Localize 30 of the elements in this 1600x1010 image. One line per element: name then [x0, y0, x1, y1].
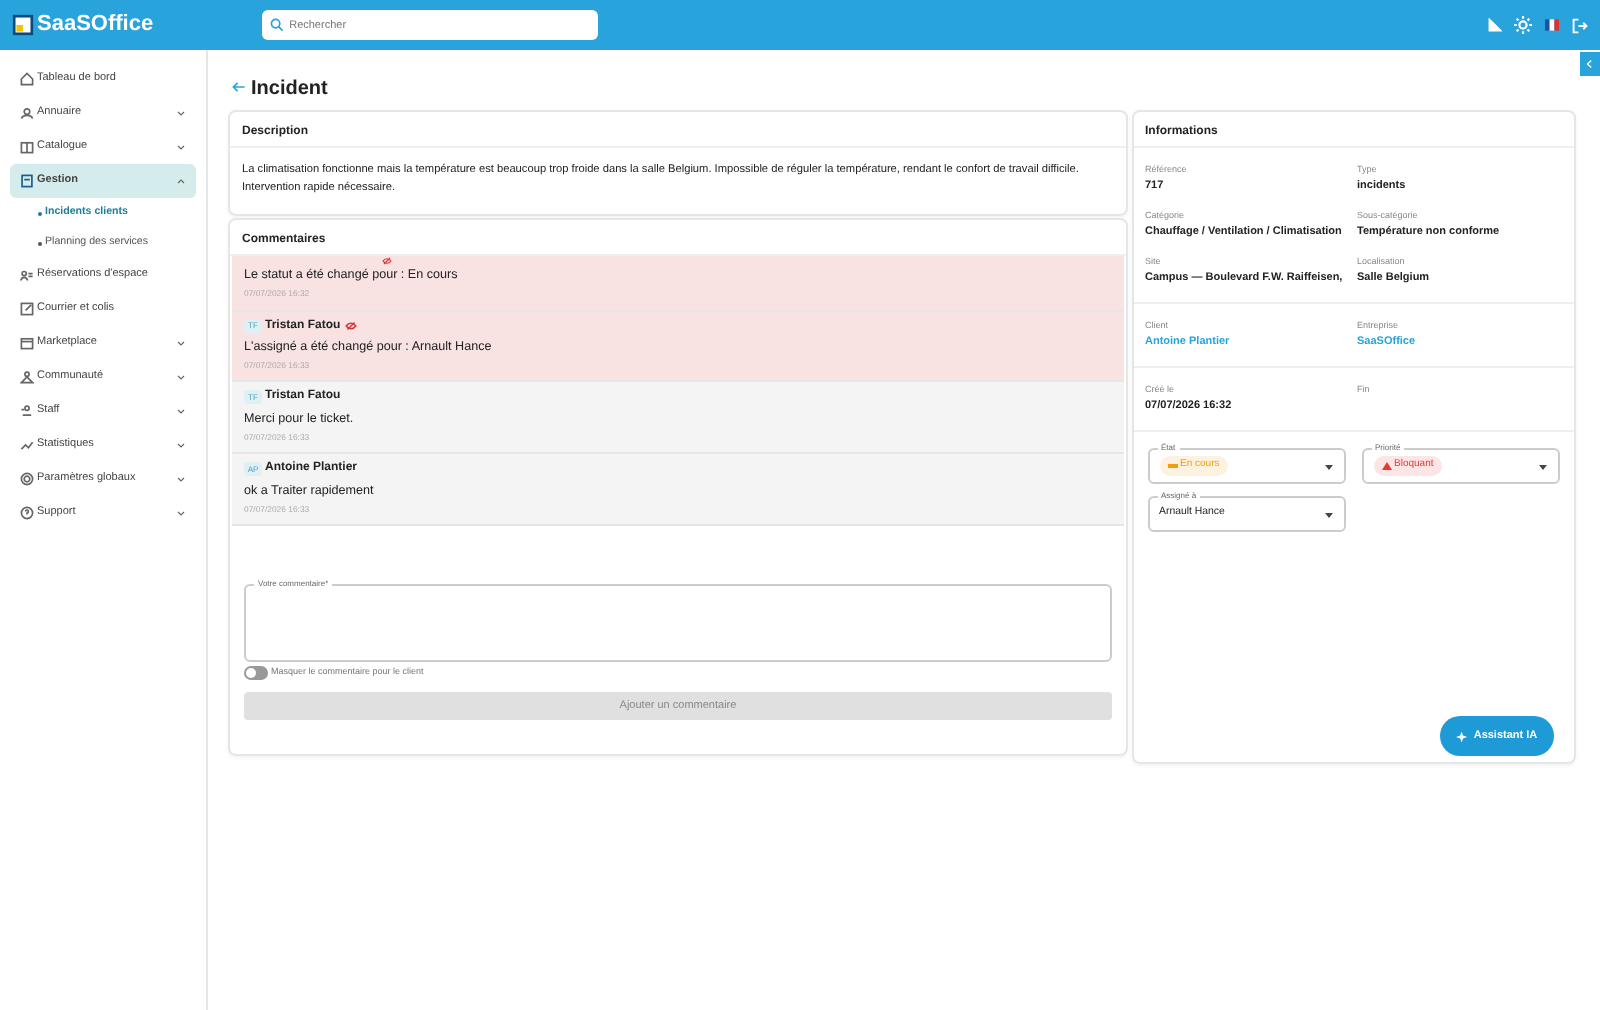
- logo-text: SaaSOffice: [37, 10, 154, 41]
- sun-icon: [1514, 16, 1532, 34]
- menu-item-icon: [20, 472, 34, 486]
- menu-item-icon: [20, 302, 34, 316]
- sparkle-icon: [1456, 729, 1471, 743]
- menu-item-icon: [20, 140, 34, 154]
- menu-item-icon: [20, 370, 34, 384]
- ruler-icon: [1488, 18, 1502, 32]
- menu-item-icon: [20, 438, 34, 452]
- flag-icon: [1544, 18, 1560, 32]
- search-icon: [269, 18, 284, 32]
- menu-item-icon: [20, 336, 34, 350]
- menu-item-icon: [20, 268, 34, 282]
- menu-item-icon: [20, 106, 34, 120]
- dropdown-caret-icon: [1323, 461, 1333, 471]
- menu-item-icon: [20, 174, 34, 188]
- menu-item-icon: [20, 404, 34, 418]
- collapse-tab[interactable]: [1580, 52, 1600, 76]
- eye-slash-icon: [380, 256, 394, 267]
- dropdown-caret-icon: [1537, 461, 1547, 471]
- page-title: Incident: [251, 76, 328, 104]
- eye-slash-icon: [343, 320, 358, 333]
- logout-icon: [1572, 17, 1588, 33]
- toggle-switch[interactable]: [244, 665, 268, 680]
- dropdown-caret-icon: [1323, 509, 1333, 519]
- menu-item-icon: [20, 72, 34, 86]
- chevron-left-icon: [1584, 58, 1596, 70]
- menu-item-icon: [20, 506, 34, 520]
- logo-icon: [12, 14, 34, 36]
- back-arrow-icon: [231, 79, 245, 94]
